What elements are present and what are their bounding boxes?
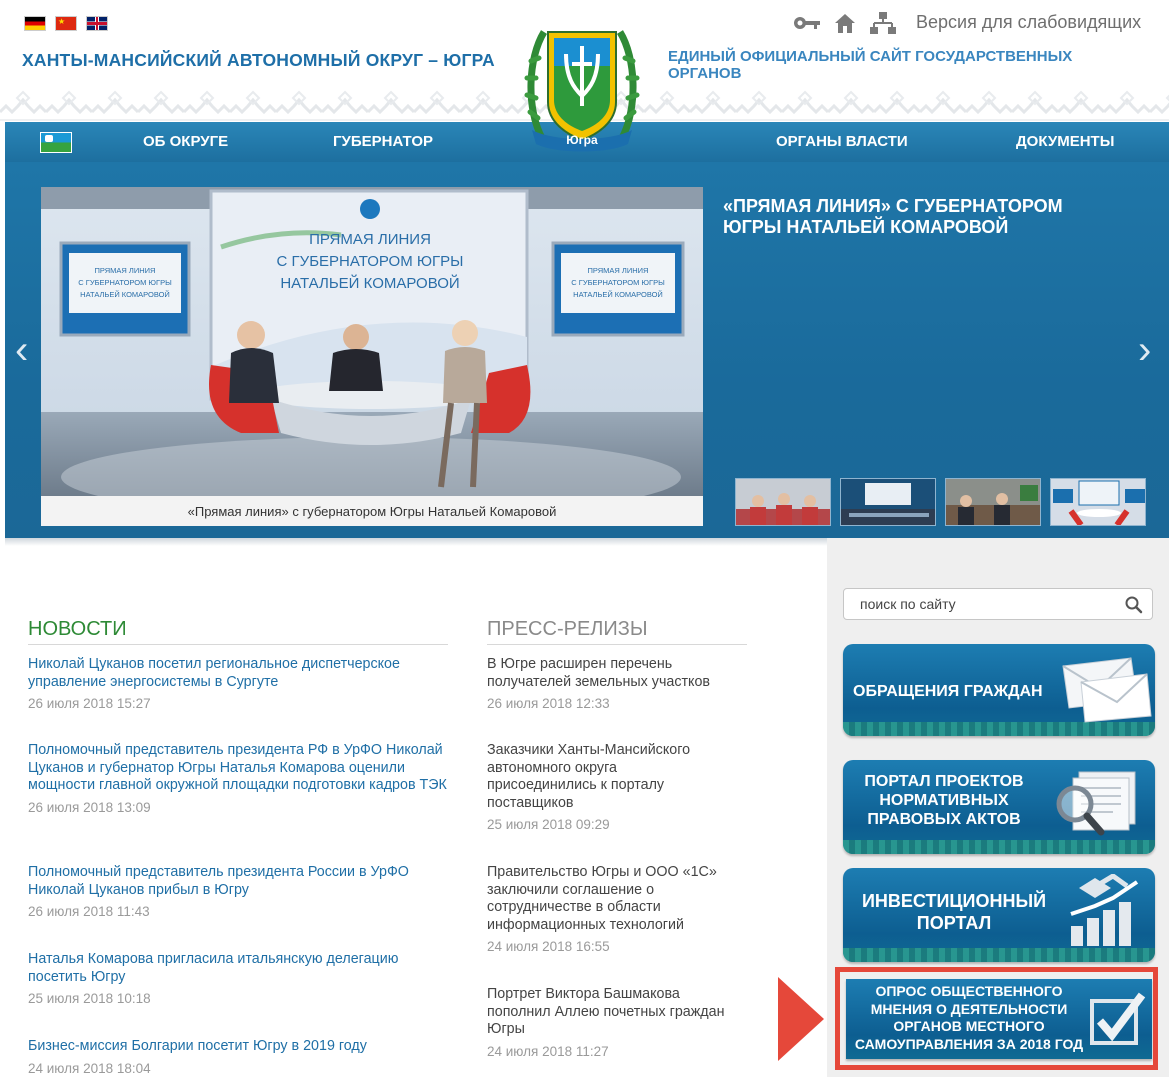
left-screen-line-1: ПРЯМАЯ ЛИНИЯ — [95, 266, 156, 275]
documents-magnifier-icon — [1056, 771, 1136, 836]
banner-ornament — [843, 722, 1155, 736]
home-icon[interactable] — [831, 10, 859, 36]
chinese-flag-icon[interactable] — [55, 16, 77, 31]
okrug-flag-icon — [40, 132, 72, 153]
investment-portal-banner[interactable]: ИНВЕСТИЦИОННЫЙ ПОРТАЛ — [843, 868, 1155, 962]
nav-item-documents[interactable]: ДОКУМЕНТЫ — [1016, 133, 1114, 150]
banner-label: ПОРТАЛ ПРОЕКТОВ НОРМАТИВНЫХ ПРАВОВЫХ АКТ… — [864, 773, 1024, 828]
press-item-date: 24 июля 2018 11:27 — [487, 1043, 609, 1059]
site-search — [843, 588, 1153, 620]
news-item-date: 26 июля 2018 13:09 — [28, 799, 151, 815]
news-item: Николай Цуканов посетил региональное дис… — [28, 656, 448, 711]
press-item-link[interactable]: Заказчики Ханты-Мансийского автономного … — [487, 742, 722, 812]
banner-ornament — [843, 840, 1155, 854]
slider-thumbnail[interactable] — [1050, 478, 1146, 526]
highlight-frame — [835, 967, 1158, 1070]
press-item-link[interactable]: В Югре расширен перечень получателей зем… — [487, 656, 737, 691]
news-item-link[interactable]: Николай Цуканов посетил региональное дис… — [28, 656, 448, 691]
content-top-shadow — [5, 538, 827, 546]
language-switcher — [24, 16, 108, 31]
news-item-link[interactable]: Бизнес-миссия Болгарии посетит Югру в 20… — [28, 1038, 448, 1056]
news-item-date: 26 июля 2018 15:27 — [28, 696, 151, 711]
news-item-date: 25 июля 2018 10:18 — [28, 991, 151, 1006]
news-item-date: 24 июля 2018 18:04 — [28, 1060, 151, 1076]
uk-flag-icon[interactable] — [86, 16, 108, 31]
citizens-appeals-banner[interactable]: ОБРАЩЕНИЯ ГРАЖДАН — [843, 644, 1155, 736]
press-item-link[interactable]: Правительство Югры и ООО «1С» заключили … — [487, 864, 742, 934]
nav-item-about-okrug[interactable]: ОБ ОКРУГЕ — [143, 133, 228, 150]
slider-thumbnail[interactable] — [840, 478, 936, 526]
left-screen-line-2: С ГУБЕРНАТОРОМ ЮГРЫ — [78, 278, 172, 287]
slider-main-photo[interactable]: ПРЯМАЯ ЛИНИЯ С ГУБЕРНАТОРОМ ЮГРЫ НАТАЛЬЕ… — [41, 187, 703, 526]
low-vision-version-link[interactable]: Версия для слабовидящих — [916, 12, 1141, 33]
emblem-ribbon-text: Югра — [566, 133, 598, 147]
right-screen-line-1: ПРЯМАЯ ЛИНИЯ — [588, 266, 649, 275]
press-divider — [487, 644, 747, 645]
nav-item-governor[interactable]: ГУБЕРНАТОР — [333, 133, 433, 150]
sitemap-icon[interactable] — [869, 10, 897, 36]
right-screen-line-2: С ГУБЕРНАТОРОМ ЮГРЫ — [571, 278, 665, 287]
news-item: Полномочный представитель президента Рос… — [28, 864, 448, 919]
banner-label: ИНВЕСТИЦИОННЫЙ ПОРТАЛ — [861, 891, 1047, 933]
press-item-date: 25 июля 2018 09:29 — [487, 817, 610, 832]
news-item: Бизнес-миссия Болгарии посетит Югру в 20… — [28, 1038, 448, 1076]
envelope-icon — [1062, 657, 1152, 723]
legal-acts-portal-banner[interactable]: ПОРТАЛ ПРОЕКТОВ НОРМАТИВНЫХ ПРАВОВЫХ АКТ… — [843, 760, 1155, 854]
search-icon[interactable] — [1124, 595, 1144, 615]
site-title[interactable]: ХАНТЫ-МАНСИЙСКИЙ АВТОНОМНЫЙ ОКРУГ – ЮГРА — [22, 50, 495, 71]
coat-of-arms-icon[interactable]: Югра — [524, 18, 640, 158]
news-item-link[interactable]: Полномочный представитель президента РФ … — [28, 742, 448, 795]
header-tools — [793, 10, 897, 36]
press-item: Правительство Югры и ООО «1С» заключили … — [487, 864, 742, 954]
slider-prev-arrow-icon[interactable]: ‹ — [15, 330, 28, 370]
search-input[interactable] — [844, 589, 1114, 619]
pointer-arrow-icon — [778, 977, 824, 1061]
press-item-link[interactable]: Портрет Виктора Башмакова пополнил Аллею… — [487, 986, 747, 1039]
banner-ornament — [843, 948, 1155, 962]
slider-next-arrow-icon[interactable]: › — [1138, 330, 1151, 370]
news-divider — [28, 644, 448, 645]
press-item: Портрет Виктора Башмакова пополнил Аллею… — [487, 986, 747, 1059]
slider-thumbnail[interactable] — [735, 478, 831, 526]
screen-text-line-3: НАТАЛЬЕЙ КОМАРОВОЙ — [280, 274, 459, 292]
news-item-date: 26 июля 2018 11:43 — [28, 904, 150, 919]
slider-headline[interactable]: «ПРЯМАЯ ЛИНИЯ» С ГУБЕРНАТОРОМ ЮГРЫ НАТАЛ… — [723, 196, 1123, 238]
press-item: Заказчики Ханты-Мансийского автономного … — [487, 742, 722, 832]
growth-chart-icon — [1070, 874, 1139, 946]
slider-thumbnails — [735, 478, 1146, 526]
nav-item-authorities[interactable]: ОРГАНЫ ВЛАСТИ — [776, 133, 908, 150]
right-screen-line-3: НАТАЛЬЕЙ КОМАРОВОЙ — [573, 290, 663, 299]
german-flag-icon[interactable] — [24, 16, 46, 31]
key-icon[interactable] — [793, 10, 821, 36]
slider-photo-caption: «Прямая линия» с губернатором Югры Натал… — [41, 496, 703, 526]
news-section-title[interactable]: НОВОСТИ — [28, 618, 127, 641]
news-item: Полномочный представитель президента РФ … — [28, 742, 448, 815]
left-screen-line-3: НАТАЛЬЕЙ КОМАРОВОЙ — [80, 290, 170, 299]
news-item-link[interactable]: Наталья Комарова пригласила итальянскую … — [28, 951, 448, 986]
press-item-date: 26 июля 2018 12:33 — [487, 696, 610, 711]
slider-thumbnail[interactable] — [945, 478, 1041, 526]
news-item-link[interactable]: Полномочный представитель президента Рос… — [28, 864, 448, 899]
screen-text-line-1: ПРЯМАЯ ЛИНИЯ — [309, 231, 431, 248]
press-item-date: 24 июля 2018 16:55 — [487, 939, 610, 954]
site-subtitle[interactable]: ЕДИНЫЙ ОФИЦИАЛЬНЫЙ САЙТ ГОСУДАРСТВЕННЫХ … — [668, 48, 1098, 82]
news-slider: ‹ › ПРЯМАЯ ЛИНИЯ С ГУБЕРНАТОРОМ ЮГРЫ НАТ… — [5, 162, 1169, 538]
press-item: В Югре расширен перечень получателей зем… — [487, 656, 737, 711]
banner-label: ОБРАЩЕНИЯ ГРАЖДАН — [853, 683, 1043, 700]
news-item: Наталья Комарова пригласила итальянскую … — [28, 951, 448, 1006]
press-section-title[interactable]: ПРЕСС-РЕЛИЗЫ — [487, 618, 648, 641]
screen-text-line-2: С ГУБЕРНАТОРОМ ЮГРЫ — [277, 253, 464, 270]
